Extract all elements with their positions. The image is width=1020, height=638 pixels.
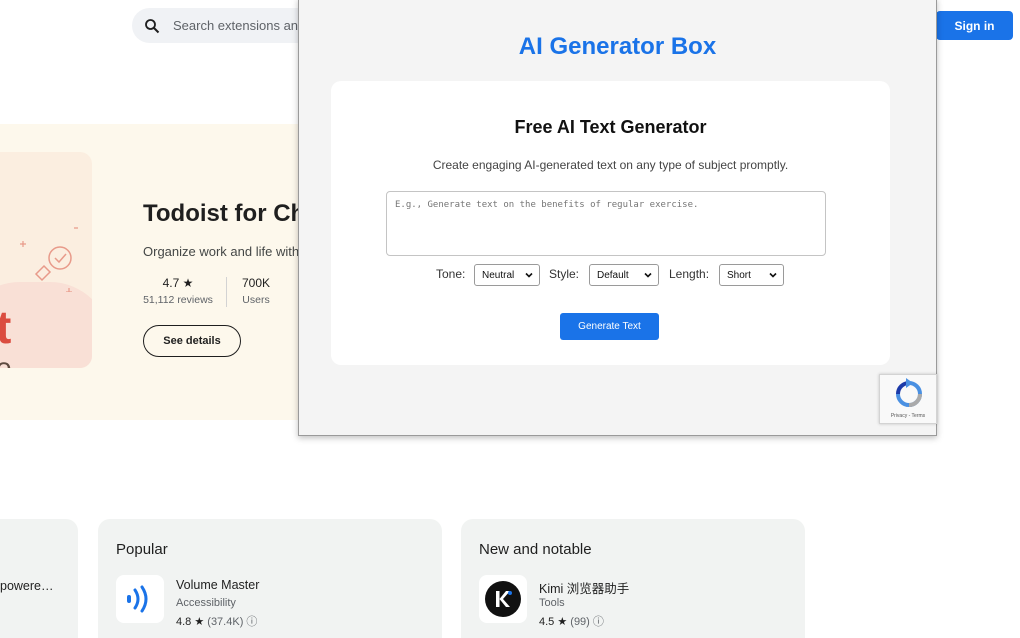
panel-heading: Free AI Text Generator xyxy=(514,117,707,137)
rating-count: (37.4K) xyxy=(207,616,244,628)
item-name[interactable]: Volume Master xyxy=(176,578,259,592)
card-title: Popular xyxy=(116,541,168,558)
todoist-banner-art: t e xyxy=(0,152,92,368)
item-rating: 4.5 ★ (99) ⓘ xyxy=(539,613,604,629)
item-category: Accessibility xyxy=(176,597,236,609)
sparkle-check-icon xyxy=(20,227,78,292)
users-stat: 700K Users xyxy=(236,276,276,306)
rating-count: (99) xyxy=(570,616,590,628)
chevron-down-icon xyxy=(769,272,777,278)
extension-popup: AI Generator Box Free AI Text Generator … xyxy=(298,0,937,436)
featured-banner[interactable]: t e xyxy=(0,124,320,420)
recaptcha-badge[interactable]: Privacy - Terms xyxy=(879,374,937,424)
panel-description: Create engaging AI-generated text on any… xyxy=(432,158,789,172)
recaptcha-terms[interactable]: Privacy - Terms xyxy=(880,413,936,419)
style-select[interactable]: Default xyxy=(589,264,659,286)
chevron-down-icon xyxy=(644,272,652,278)
item-category: Tools xyxy=(539,597,565,609)
see-details-button[interactable]: See details xyxy=(143,325,241,357)
item-name[interactable]: powere… xyxy=(0,579,54,593)
prompt-textarea[interactable] xyxy=(386,191,826,256)
card-left-partial[interactable]: powere… xyxy=(0,519,78,638)
kimi-icon[interactable] xyxy=(479,575,527,623)
volume-waves-icon xyxy=(127,585,148,613)
kimi-logo-icon xyxy=(485,581,521,617)
card-popular: Popular Volume Master Accessibility 4.8 … xyxy=(98,519,442,638)
info-icon[interactable]: ⓘ xyxy=(593,616,604,628)
art-letter-e: e xyxy=(0,352,12,368)
sign-in-button[interactable]: Sign in xyxy=(936,11,1013,40)
rating-value: 4.5 ★ xyxy=(539,616,568,628)
generate-text-button[interactable]: Generate Text xyxy=(560,313,659,340)
style-value: Default xyxy=(597,269,629,281)
tone-label: Tone: xyxy=(436,267,466,281)
card-title: New and notable xyxy=(479,541,592,558)
chrome-web-store-page: Search extensions and themes Sign in t e… xyxy=(0,0,1020,638)
users-label: Users xyxy=(242,294,270,306)
volume-master-icon[interactable] xyxy=(116,575,164,623)
item-rating: 4.8 ★ (37.4K) ⓘ xyxy=(176,613,257,629)
recaptcha-icon xyxy=(896,378,922,407)
tone-value: Neutral xyxy=(482,269,515,281)
art-letter-t: t xyxy=(0,301,12,353)
tone-select[interactable]: Neutral xyxy=(474,264,540,286)
search-icon xyxy=(145,19,160,34)
style-label: Style: xyxy=(549,267,580,281)
generator-panel: Free AI Text Generator Create engaging A… xyxy=(331,81,890,365)
length-value: Short xyxy=(727,269,751,281)
card-new-and-notable: New and notable Kimi 浏览器助手 Tools 4.5 ★ (… xyxy=(461,519,805,638)
users-value: 700K xyxy=(241,276,271,290)
length-label: Length: xyxy=(669,267,710,281)
popup-title: AI Generator Box xyxy=(518,33,717,60)
stat-divider xyxy=(226,277,227,307)
length-select[interactable]: Short xyxy=(719,264,784,286)
info-icon[interactable]: ⓘ xyxy=(246,616,257,628)
chevron-down-icon xyxy=(525,272,533,278)
art-blob xyxy=(0,282,92,368)
rating-value: 4.7 ★ xyxy=(162,276,194,290)
rating-value: 4.8 ★ xyxy=(176,616,205,628)
item-name[interactable]: Kimi 浏览器助手 xyxy=(539,578,629,597)
reviews-count: 51,112 reviews xyxy=(143,294,213,306)
rating-stat: 4.7 ★ 51,112 reviews xyxy=(143,276,213,306)
